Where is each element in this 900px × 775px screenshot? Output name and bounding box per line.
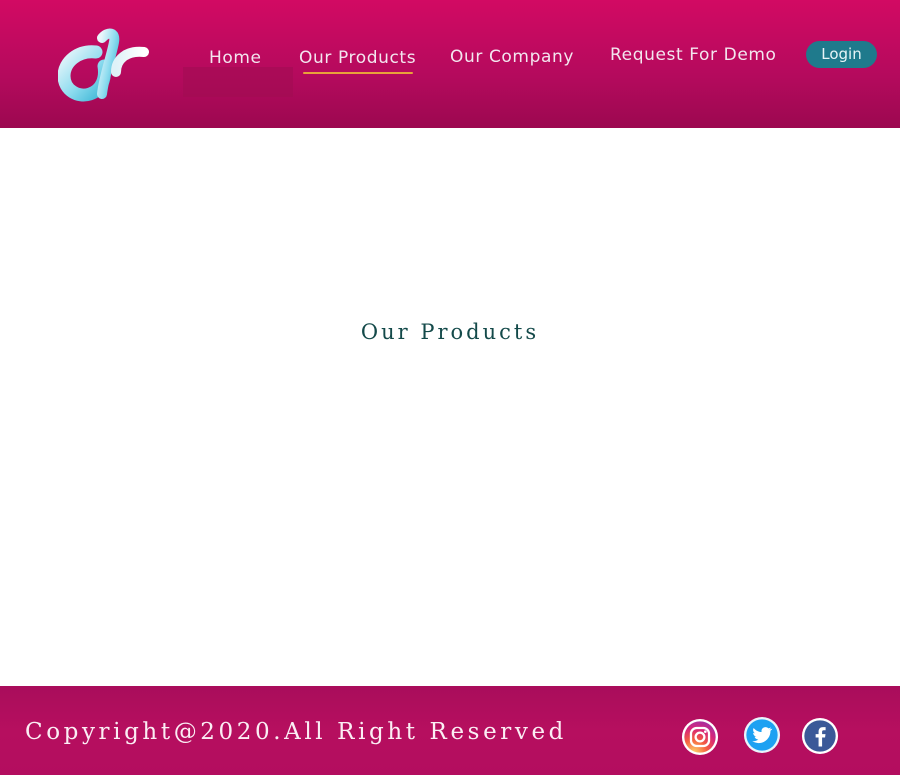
site-footer: Copyright@2020.All Right Reserved: [0, 686, 900, 775]
twitter-icon[interactable]: [743, 716, 781, 754]
nav-item-home[interactable]: Home: [209, 48, 262, 68]
login-button[interactable]: Login: [806, 41, 877, 68]
site-header: Home Our Products Our Company Request Fo…: [0, 0, 900, 128]
facebook-icon[interactable]: [801, 717, 839, 755]
nav-item-our-company[interactable]: Our Company: [450, 47, 574, 67]
instagram-icon[interactable]: [681, 718, 719, 756]
page-title: Our Products: [360, 320, 540, 344]
nav-item-our-products[interactable]: Our Products: [299, 48, 416, 68]
copyright-text: Copyright@2020.All Right Reserved: [25, 719, 567, 745]
active-nav-underline: [303, 72, 413, 74]
nav-item-request-demo[interactable]: Request For Demo: [610, 45, 777, 65]
main-nav: Home Our Products Our Company Request Fo…: [0, 0, 900, 128]
